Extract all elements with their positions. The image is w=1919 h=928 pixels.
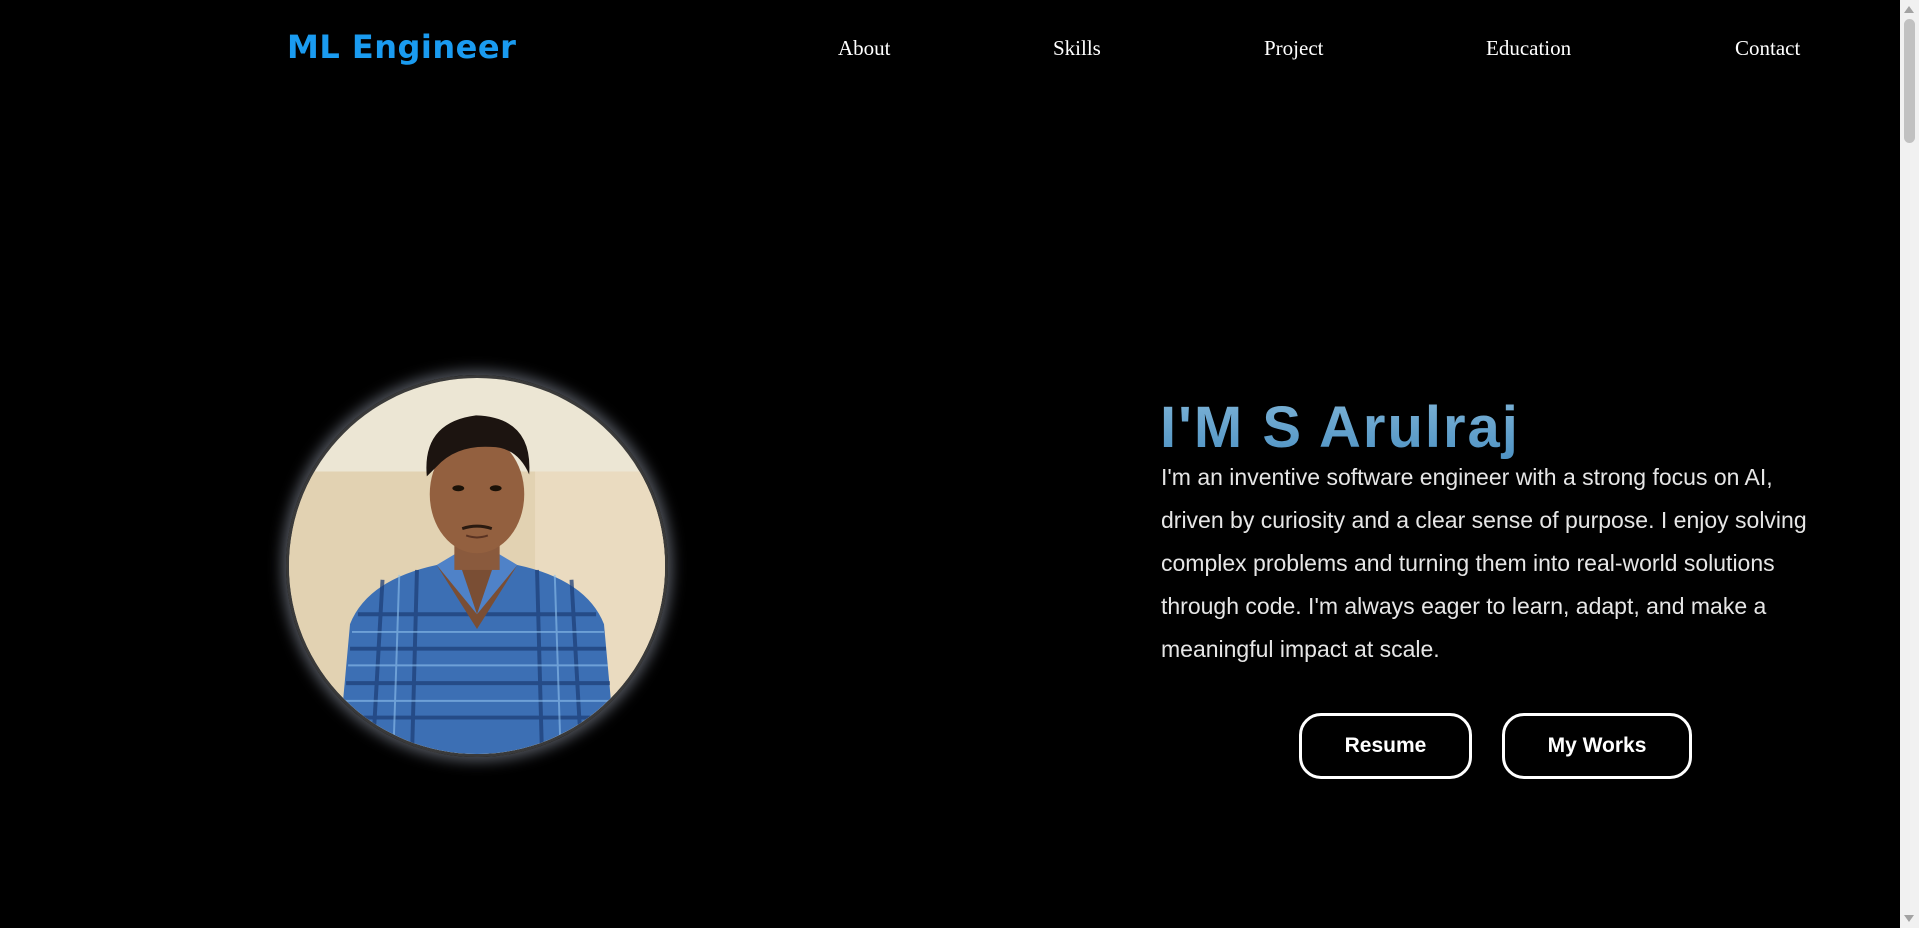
page-scrollbar[interactable] (1900, 0, 1919, 928)
my-works-button[interactable]: My Works (1502, 713, 1692, 779)
nav-link-project[interactable]: Project (1264, 36, 1323, 61)
hero-title: I'M S Arulraj (1160, 394, 1520, 460)
nav-link-contact[interactable]: Contact (1735, 36, 1800, 61)
profile-photo (286, 375, 668, 757)
scroll-down-icon[interactable] (1904, 915, 1914, 922)
nav-link-about[interactable]: About (838, 36, 891, 61)
brand-logo[interactable]: ML Engineer (287, 28, 516, 66)
profile-photo-illustration (289, 378, 665, 754)
hero-description: I'm an inventive software engineer with … (1161, 464, 1807, 662)
resume-button[interactable]: Resume (1299, 713, 1472, 779)
nav-link-skills[interactable]: Skills (1053, 36, 1101, 61)
nav-link-education[interactable]: Education (1486, 36, 1571, 61)
scrollbar-thumb[interactable] (1904, 19, 1915, 143)
site-header: ML Engineer About Skills Project Educati… (0, 0, 1900, 100)
scroll-up-icon[interactable] (1904, 6, 1914, 13)
